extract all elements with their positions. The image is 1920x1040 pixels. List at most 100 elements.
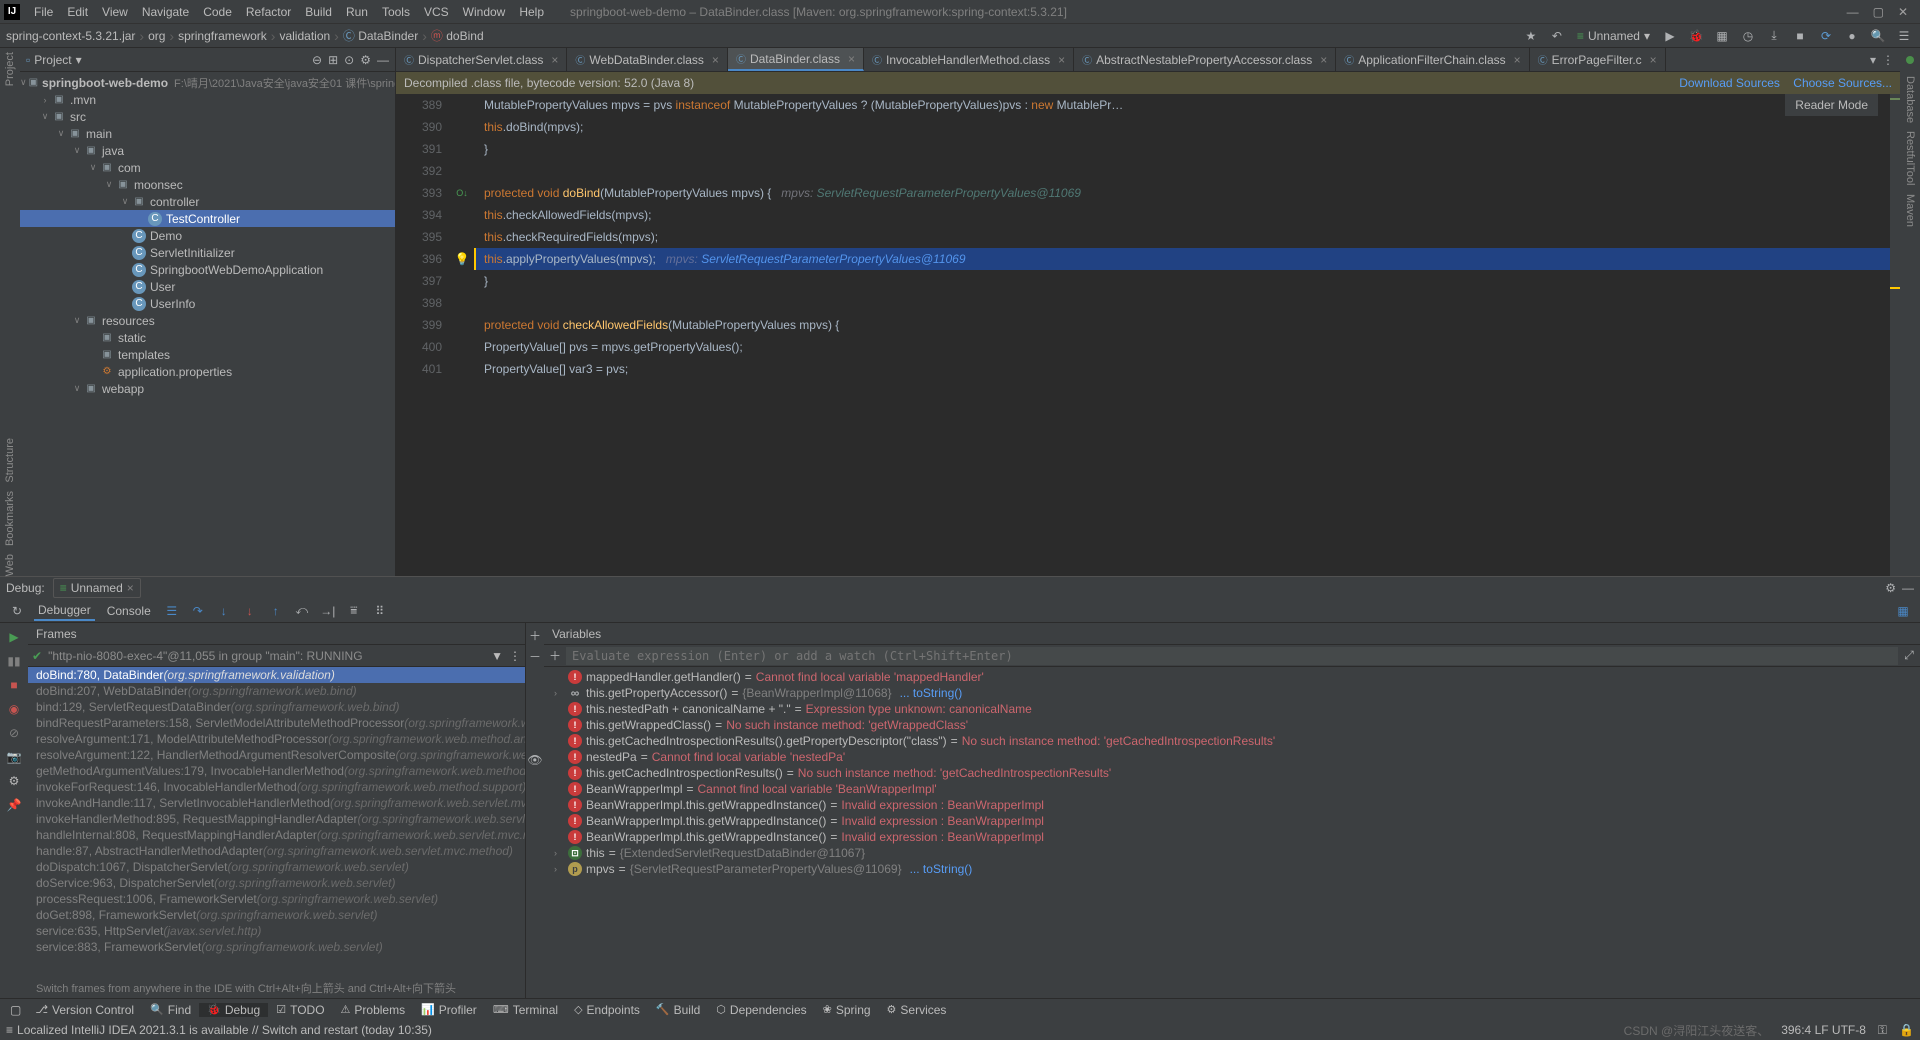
- code-line-400[interactable]: PropertyValue[] pvs = mpvs.getPropertyVa…: [476, 336, 1900, 358]
- download-sources-link[interactable]: Download Sources: [1679, 76, 1780, 90]
- update-icon[interactable]: ⟳: [1816, 26, 1836, 46]
- attach-icon[interactable]: ⤓: [1764, 26, 1784, 46]
- settings-icon[interactable]: ⚙: [4, 771, 24, 791]
- menu-help[interactable]: Help: [513, 3, 550, 21]
- scroll-from-icon[interactable]: ⊙: [344, 53, 354, 67]
- crumb-2[interactable]: springframework: [178, 29, 267, 43]
- tab-close-icon[interactable]: ×: [1650, 53, 1657, 67]
- tree-item-templates[interactable]: ▣templates: [20, 346, 395, 363]
- toolwindow-dependencies[interactable]: ⬡Dependencies: [708, 1003, 814, 1017]
- code-editor[interactable]: 389390391392393394395396397398399400401 …: [396, 94, 1900, 576]
- tab-dropdown-icon[interactable]: ▾: [1870, 53, 1876, 67]
- variable-row[interactable]: !BeanWrapperImpl.this.getWrappedInstance…: [544, 813, 1920, 829]
- stack-frame[interactable]: invokeForRequest:146, InvocableHandlerMe…: [28, 779, 525, 795]
- stack-frame[interactable]: service:635, HttpServlet (javax.servlet.…: [28, 923, 525, 939]
- maximize-icon[interactable]: ▢: [1873, 5, 1884, 19]
- restfultool-toolwindow-button[interactable]: RestfulTool: [1904, 131, 1916, 185]
- variable-row[interactable]: !BeanWrapperImpl.this.getWrappedInstance…: [544, 797, 1920, 813]
- toolwindow-problems[interactable]: ⚠Problems: [333, 1003, 414, 1017]
- variable-row[interactable]: ›pmpvs = {ServletRequestParameterPropert…: [544, 861, 1920, 877]
- settings-icon[interactable]: ☰: [1894, 26, 1914, 46]
- toolwindow-profiler[interactable]: 📊Profiler: [413, 1003, 485, 1017]
- code-line-391[interactable]: }: [476, 138, 1900, 160]
- toolwindow-endpoints[interactable]: ◇Endpoints: [566, 1003, 648, 1017]
- step-into-icon[interactable]: ↓: [215, 602, 233, 620]
- expand-icon[interactable]: ⤢: [1898, 648, 1920, 663]
- pin-icon[interactable]: 📌: [4, 795, 24, 815]
- maven-toolwindow-button[interactable]: Maven: [1904, 194, 1916, 227]
- menu-tools[interactable]: Tools: [376, 3, 416, 21]
- variable-row[interactable]: ›∞this.getPropertyAccessor() = {BeanWrap…: [544, 685, 1920, 701]
- run-config-selector[interactable]: ≡ Unnamed ▾: [1573, 29, 1654, 43]
- menu-view[interactable]: View: [96, 3, 134, 21]
- stack-frame[interactable]: processRequest:1006, FrameworkServlet (o…: [28, 891, 525, 907]
- view-breakpoints-icon[interactable]: ◉: [4, 699, 24, 719]
- tree-item-springbootwebdemoapplication[interactable]: CSpringbootWebDemoApplication: [20, 261, 395, 278]
- collapse-icon[interactable]: ⊖: [312, 53, 322, 67]
- more-icon[interactable]: ⋮: [509, 649, 521, 663]
- stack-frame[interactable]: doBind:780, DataBinder (org.springframew…: [28, 667, 525, 683]
- editor-tab-ApplicationFilterChain.class[interactable]: ⒸApplicationFilterChain.class×: [1336, 48, 1529, 71]
- settings-icon[interactable]: ⚙: [360, 53, 371, 67]
- menu-refactor[interactable]: Refactor: [240, 3, 297, 21]
- thread-selector[interactable]: "http-nio-8080-exec-4"@11,055 in group "…: [48, 649, 485, 663]
- toolwindow-services[interactable]: ⚙Services: [879, 1003, 955, 1017]
- toolwindow-terminal[interactable]: ⌨Terminal: [485, 1003, 566, 1017]
- editor-tab-InvocableHandlerMethod.class[interactable]: ⒸInvocableHandlerMethod.class×: [864, 48, 1074, 71]
- crumb-0[interactable]: spring-context-5.3.21.jar: [6, 29, 135, 43]
- tab-close-icon[interactable]: ×: [848, 52, 855, 66]
- force-step-into-icon[interactable]: ↓: [241, 602, 259, 620]
- stack-frame[interactable]: bind:129, ServletRequestDataBinder (org.…: [28, 699, 525, 715]
- stack-frame[interactable]: resolveArgument:122, HandlerMethodArgume…: [28, 747, 525, 763]
- project-tree[interactable]: ∨▣springboot-web-demoF:\晴月\2021\Java安全\j…: [20, 72, 395, 576]
- stop-icon[interactable]: ■: [4, 675, 24, 695]
- filter-icon[interactable]: ▼: [491, 649, 503, 663]
- breadcrumb[interactable]: spring-context-5.3.21.jar›org›springfram…: [6, 27, 1521, 44]
- menu-window[interactable]: Window: [457, 3, 512, 21]
- menu-edit[interactable]: Edit: [61, 3, 94, 21]
- override-gutter-icon[interactable]: O↓: [456, 182, 468, 204]
- stack-frame[interactable]: handleInternal:808, RequestMappingHandle…: [28, 827, 525, 843]
- toolwindow-find[interactable]: 🔍Find: [142, 1003, 199, 1017]
- database-toolwindow-button[interactable]: Database: [1904, 76, 1916, 123]
- code-line-398[interactable]: [476, 292, 1900, 314]
- lock-icon[interactable]: 🔒: [1899, 1023, 1914, 1037]
- step-over-icon[interactable]: ↷: [189, 602, 207, 620]
- code-line-393[interactable]: protected void doBind(MutablePropertyVal…: [476, 182, 1900, 204]
- code-line-394[interactable]: this.checkAllowedFields(mpvs);: [476, 204, 1900, 226]
- editor-tab-AbstractNestablePropertyAccessor.class[interactable]: ⒸAbstractNestablePropertyAccessor.class×: [1074, 48, 1336, 71]
- debug-session-tab[interactable]: ≡Unnamed×: [53, 578, 141, 598]
- variable-row[interactable]: !nestedPa = Cannot find local variable '…: [544, 749, 1920, 765]
- tree-item-user[interactable]: CUser: [20, 278, 395, 295]
- hide-icon[interactable]: —: [377, 53, 389, 67]
- run-to-cursor-icon[interactable]: →|: [319, 602, 337, 620]
- web-toolwindow-button[interactable]: Web: [4, 554, 16, 576]
- stop-icon[interactable]: ■: [1790, 26, 1810, 46]
- inspection-icon[interactable]: ⚿: [1878, 1023, 1887, 1038]
- tree-item-testcontroller[interactable]: CTestController: [20, 210, 395, 227]
- code-line-389[interactable]: MutablePropertyValues mpvs = pvs instanc…: [476, 94, 1900, 116]
- tree-root[interactable]: ∨▣springboot-web-demoF:\晴月\2021\Java安全\j…: [20, 74, 395, 91]
- debug-hide-icon[interactable]: —: [1902, 581, 1914, 595]
- code-line-401[interactable]: PropertyValue[] var3 = pvs;: [476, 358, 1900, 380]
- toolwindow-build[interactable]: 🔨Build: [648, 1003, 708, 1017]
- code-line-392[interactable]: [476, 160, 1900, 182]
- project-toolwindow-button[interactable]: Project: [4, 52, 16, 86]
- evaluate-input[interactable]: [566, 647, 1898, 665]
- choose-sources-link[interactable]: Choose Sources...: [1793, 76, 1892, 90]
- stack-frame[interactable]: doDispatch:1067, DispatcherServlet (org.…: [28, 859, 525, 875]
- crumb-4[interactable]: Ⓒ DataBinder: [343, 27, 418, 44]
- stack-frame[interactable]: resolveArgument:171, ModelAttributeMetho…: [28, 731, 525, 747]
- back-icon[interactable]: ↶: [1547, 26, 1567, 46]
- crumb-1[interactable]: org: [148, 29, 165, 43]
- menu-run[interactable]: Run: [340, 3, 374, 21]
- evaluate-icon[interactable]: ⩸: [345, 602, 363, 620]
- tree-item-webapp[interactable]: ∨▣webapp: [20, 380, 395, 397]
- tree-item-demo[interactable]: CDemo: [20, 227, 395, 244]
- get-thread-dump-icon[interactable]: 📷: [4, 747, 24, 767]
- toolwindow-spring[interactable]: ❀Spring: [815, 1003, 879, 1017]
- intention-bulb-icon[interactable]: 💡: [455, 248, 470, 270]
- resume-icon[interactable]: ▶: [4, 627, 24, 647]
- new-watch-icon[interactable]: ＋: [529, 627, 541, 644]
- tab-close-icon[interactable]: ×: [1320, 53, 1327, 67]
